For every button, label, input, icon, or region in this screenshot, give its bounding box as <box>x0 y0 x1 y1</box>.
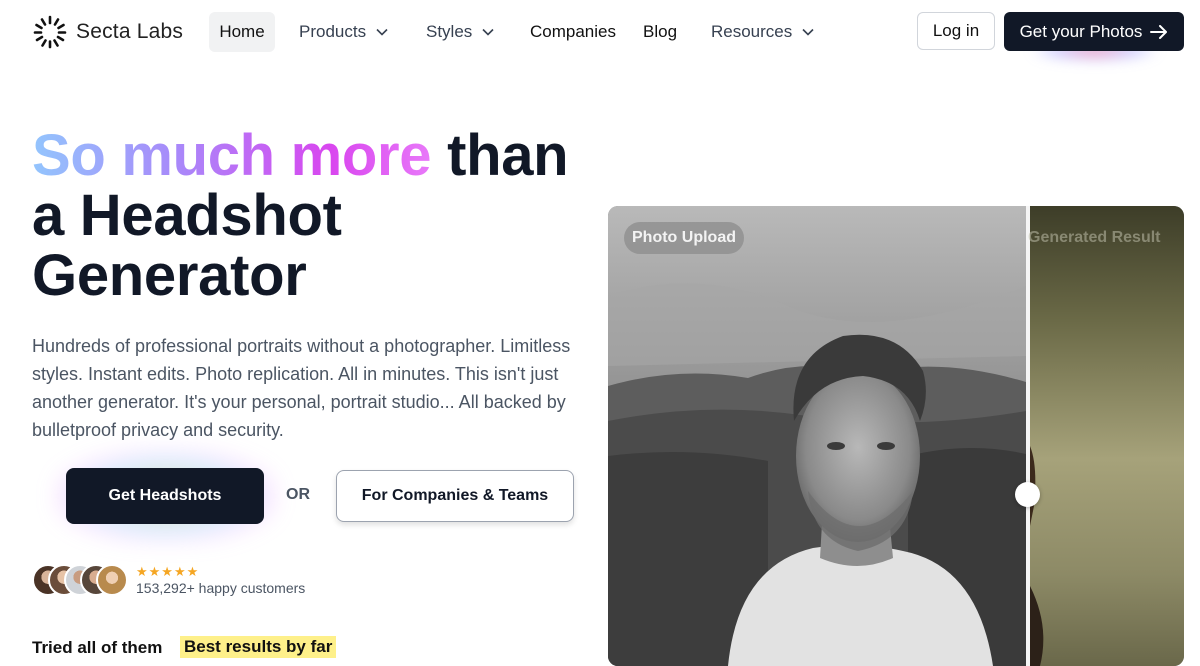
nav-resources[interactable]: Resources <box>711 12 814 52</box>
arrow-right-icon <box>1150 24 1168 39</box>
portrait-photo-illustration <box>608 206 1026 666</box>
generated-photo-illustration <box>1030 446 1044 666</box>
headline-text-1: than <box>431 123 569 188</box>
nav-companies[interactable]: Companies <box>530 12 616 52</box>
photo-upload-label: Photo Upload <box>624 222 744 254</box>
nav-blog[interactable]: Blog <box>643 12 677 52</box>
nav-resources-label: Resources <box>711 22 793 41</box>
chevron-down-icon <box>802 28 814 36</box>
top-navigation: Secta Labs Home Products Styles Companie… <box>0 0 1200 64</box>
get-photos-button[interactable]: Get your Photos <box>1004 12 1184 51</box>
brand-name: Secta Labs <box>76 20 184 43</box>
uploaded-photo <box>608 206 1026 666</box>
headline-gradient-text: So much more <box>32 123 432 188</box>
or-separator: OR <box>286 486 310 503</box>
avatar <box>96 564 128 596</box>
before-after-comparison[interactable] <box>608 206 1184 666</box>
get-headshots-button[interactable]: Get Headshots <box>66 468 264 524</box>
slider-handle-icon[interactable] <box>1015 482 1040 507</box>
companies-teams-button[interactable]: For Companies & Teams <box>336 470 574 522</box>
customer-count: 153,292+ happy customers <box>136 580 306 596</box>
tried-all-text: Tried all of them <box>32 638 163 657</box>
hero-description: Hundreds of professional portraits witho… <box>32 336 571 440</box>
generated-result-label: Generated Result <box>1028 229 1161 246</box>
brand-logo[interactable]: Secta Labs <box>32 14 183 50</box>
nav-styles[interactable]: Styles <box>426 12 494 52</box>
headline-text-2: a Headshot <box>32 183 342 248</box>
customer-avatars <box>32 564 132 598</box>
best-results-highlight: Best results by far <box>180 636 337 658</box>
chevron-down-icon <box>482 28 494 36</box>
star-rating: ★★★★★ <box>136 564 200 579</box>
nav-styles-label: Styles <box>426 22 473 41</box>
login-button[interactable]: Log in <box>917 12 995 50</box>
hero-headline: So much more than a Headshot Generator <box>32 126 612 306</box>
get-photos-label: Get your Photos <box>1019 21 1143 41</box>
generated-photo <box>1030 206 1184 666</box>
chevron-down-icon <box>376 28 388 36</box>
nav-products-label: Products <box>299 22 367 41</box>
headline-text-3: Generator <box>32 243 307 308</box>
sunburst-logo-icon <box>33 15 67 49</box>
nav-home[interactable]: Home <box>209 12 275 52</box>
nav-products[interactable]: Products <box>299 12 388 52</box>
